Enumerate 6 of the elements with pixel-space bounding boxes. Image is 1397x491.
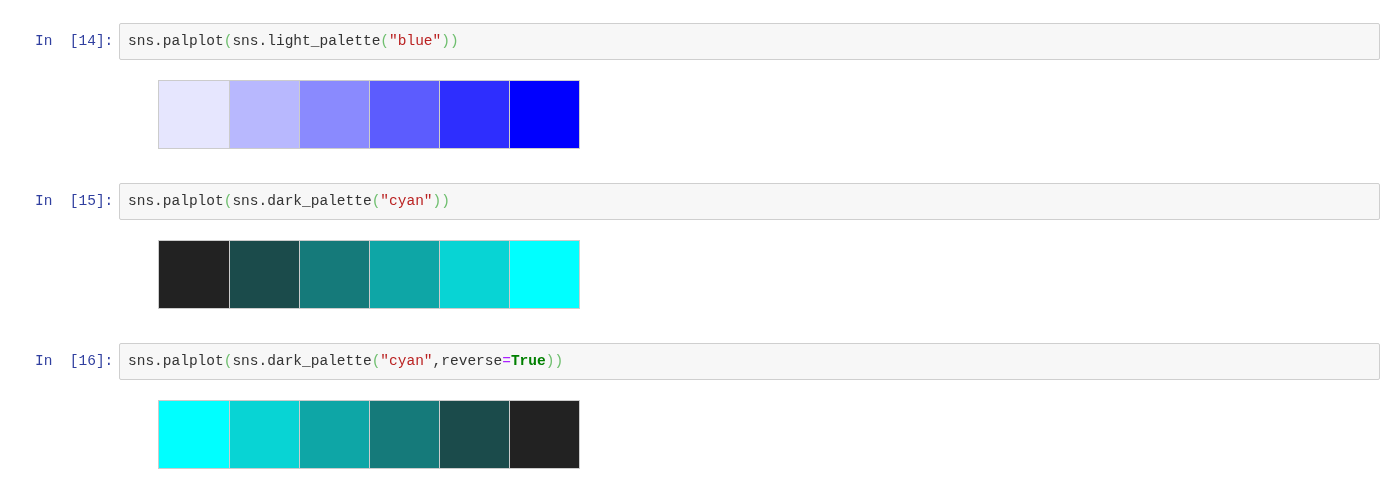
- code-input[interactable]: sns.palplot(sns.light_palette("blue")): [119, 23, 1380, 60]
- input-prompt: In [16]:: [34, 351, 115, 371]
- input-prompt: In [15]:: [34, 191, 115, 211]
- code-input[interactable]: sns.palplot(sns.dark_palette("cyan")): [119, 183, 1380, 220]
- code-input[interactable]: sns.palplot(sns.dark_palette("cyan",reverse=True)): [119, 343, 1380, 380]
- input-prompt: In [14]:: [34, 31, 115, 51]
